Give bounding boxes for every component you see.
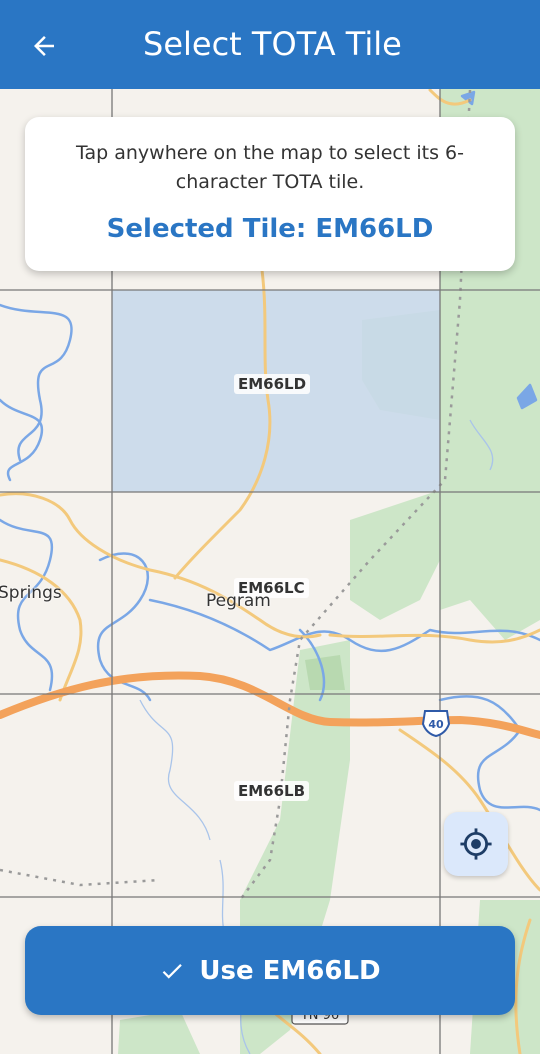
arrow-back-icon (34, 36, 54, 56)
page-title: Select TOTA Tile (143, 25, 402, 63)
use-tile-button[interactable]: Use EM66LD (25, 926, 515, 1015)
app-bar: Select TOTA Tile (0, 0, 540, 89)
interstate-shield: 40 (421, 710, 451, 738)
stream (139, 699, 211, 841)
check-icon (159, 958, 185, 984)
back-button[interactable] (18, 20, 70, 72)
county-boundary (0, 868, 161, 887)
river (0, 398, 44, 482)
park-area (350, 490, 440, 620)
my-location-button[interactable] (444, 812, 508, 876)
info-card: Tap anywhere on the map to select its 6-… (25, 117, 515, 271)
selected-tile-text: Selected Tile: EM66LD (106, 214, 434, 244)
place-label: Pegram (206, 591, 271, 611)
place-label: Springs (0, 583, 62, 603)
tile-label-selected: EM66LD (234, 374, 311, 394)
river (0, 518, 54, 692)
interstate-highway (0, 671, 540, 739)
my-location-icon (460, 828, 492, 860)
river (438, 695, 540, 812)
instruction-text: Tap anywhere on the map to select its 6-… (76, 142, 464, 193)
use-tile-label: Use EM66LD (199, 955, 381, 986)
park-area (118, 1010, 200, 1054)
river (0, 303, 73, 462)
tile-label: EM66LB (234, 781, 310, 801)
interstate-number: 40 (428, 718, 444, 731)
